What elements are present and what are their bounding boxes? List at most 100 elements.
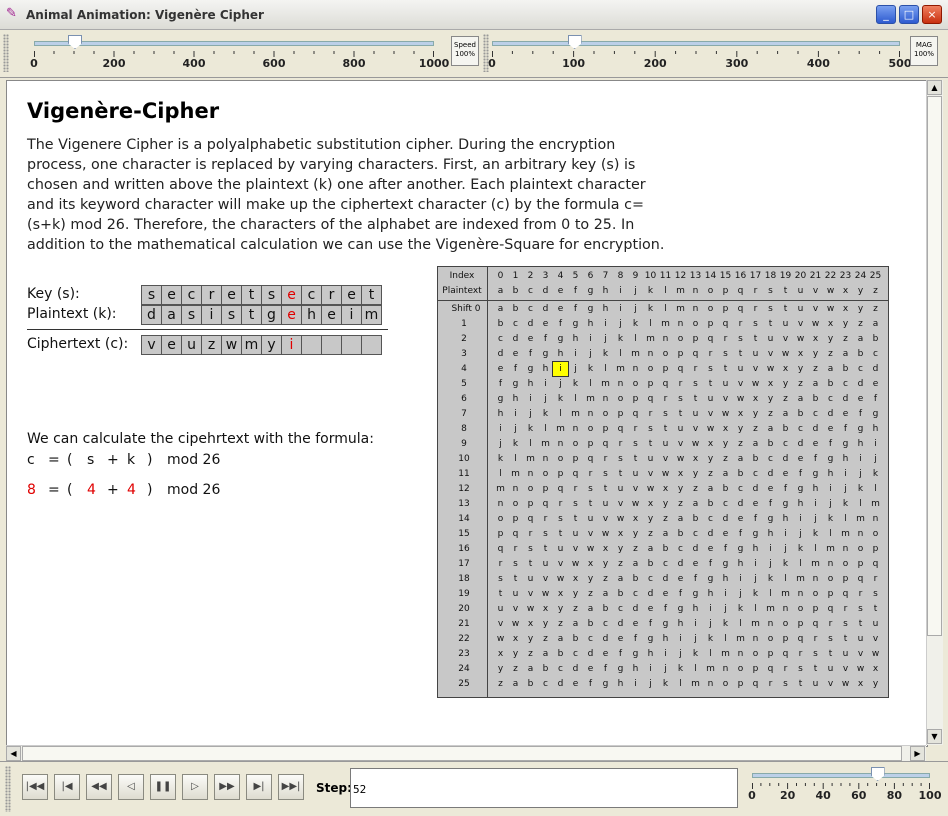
maximize-button[interactable]: □ [899, 5, 919, 24]
square-cell: p [767, 649, 774, 659]
square-cell: r [723, 334, 728, 344]
square-cell: f [798, 469, 803, 479]
square-cell: k [782, 559, 789, 569]
square-cell: d [857, 379, 864, 389]
scroll-up-button[interactable]: ▲ [927, 80, 942, 95]
square-cell: s [783, 679, 788, 689]
delay-slider[interactable]: 0 20 40 60 80 100 [748, 767, 941, 811]
square-cell: c [843, 379, 848, 389]
plaintext-cell: d [141, 305, 162, 325]
square-cell: b [797, 409, 804, 419]
square-cell: n [602, 394, 609, 404]
square-cell: p [497, 529, 504, 539]
shift-cell: 21 [458, 619, 470, 629]
toolbar-grip[interactable] [3, 34, 9, 72]
square-cell: g [827, 454, 834, 464]
vertical-scroll-thumb[interactable] [927, 96, 942, 636]
square-cell: u [602, 499, 609, 509]
slider-thumb[interactable] [567, 35, 582, 49]
step-back-button[interactable]: ◁ [118, 774, 144, 800]
slider-thumb[interactable] [870, 767, 885, 781]
scroll-down-button[interactable]: ▼ [927, 729, 942, 744]
square-cell: t [693, 394, 698, 404]
slider-tick-label: 0 [30, 57, 38, 70]
slider-track [752, 773, 930, 778]
square-cell: y [737, 424, 744, 434]
square-cell: f [663, 604, 668, 614]
horizontal-scroll-thumb[interactable] [22, 746, 902, 761]
square-cell: f [738, 529, 743, 539]
square-cell: y [587, 574, 594, 584]
square-cell: i [829, 484, 832, 494]
square-cell: m [811, 559, 820, 569]
square-cell: e [602, 649, 609, 659]
square-cell: r [573, 484, 578, 494]
magnification-slider[interactable]: 0 100 200 300 400 500 [488, 35, 911, 75]
slider-tick-label: 1000 [418, 57, 450, 70]
step-forward-button[interactable]: ▷ [182, 774, 208, 800]
square-cell: m [736, 634, 745, 644]
square-cell: m [856, 514, 865, 524]
square-cell: x [857, 679, 864, 689]
square-cell: p [752, 664, 759, 674]
square-cell: i [709, 604, 712, 614]
square-cell: r [618, 439, 623, 449]
square-cell: d [812, 424, 819, 434]
square-cell: y [872, 679, 879, 689]
square-cell: l [544, 424, 547, 434]
speed-slider[interactable]: 0 200 400 600 800 1000 [30, 35, 449, 75]
formula-term: c [27, 452, 35, 468]
magnification-button[interactable]: MAG 100% [910, 36, 938, 66]
square-cell: t [753, 334, 758, 344]
next-keyframe-button[interactable]: ▶| [246, 774, 272, 800]
square-cell: m [871, 499, 880, 509]
first-step-button[interactable]: |◀◀ [22, 774, 48, 800]
slider-thumb[interactable] [68, 35, 82, 49]
rewind-button[interactable]: ◀◀ [86, 774, 112, 800]
shift-cell: 8 [461, 424, 467, 434]
square-cell: u [542, 559, 549, 569]
step-input[interactable]: 52 [350, 768, 738, 808]
formula-term: = [48, 452, 60, 468]
square-cell: k [857, 484, 864, 494]
square-cell: d [587, 649, 594, 659]
minimize-button[interactable]: _ [876, 5, 896, 24]
plaintext-cells: dasistgeheim [141, 305, 382, 325]
square-cell: n [782, 604, 789, 614]
scroll-left-button[interactable]: ◀ [6, 746, 21, 761]
square-cell: b [497, 319, 504, 329]
plaintext-header-cell: e [557, 286, 564, 296]
square-cell: h [587, 319, 594, 329]
square-cell: l [754, 604, 757, 614]
square-cell: f [573, 304, 578, 314]
key-cell: s [261, 285, 282, 305]
controls-grip[interactable] [5, 766, 11, 812]
speed-button[interactable]: Speed 100% [451, 36, 479, 66]
square-cell: y [842, 319, 849, 329]
square-cell: v [662, 454, 669, 464]
square-cell: n [662, 334, 669, 344]
square-cell: l [649, 319, 652, 329]
fast-forward-button[interactable]: ▶▶ [214, 774, 240, 800]
horizontal-scrollbar[interactable]: ◀ ▶ [6, 745, 926, 762]
square-cell: d [752, 484, 759, 494]
square-cell: w [496, 634, 505, 644]
slider-tick-label: 60 [851, 789, 867, 802]
pause-button[interactable]: ❚❚ [150, 774, 176, 800]
square-cell: m [796, 574, 805, 584]
square-cell: v [527, 589, 534, 599]
index-cell: 8 [617, 271, 624, 281]
close-button[interactable]: × [922, 5, 942, 24]
scroll-right-button[interactable]: ▶ [910, 746, 925, 761]
index-cell: 6 [587, 271, 594, 281]
square-cell: m [766, 604, 775, 614]
vertical-scrollbar[interactable]: ▲ ▼ [926, 80, 943, 745]
square-cell: t [573, 514, 578, 524]
square-cell: p [512, 514, 519, 524]
square-cell: f [723, 544, 728, 554]
square-cell: c [573, 649, 578, 659]
square-cell: c [513, 319, 518, 329]
last-step-button[interactable]: ▶▶| [278, 774, 304, 800]
formula-value: 4 [87, 482, 96, 498]
previous-keyframe-button[interactable]: |◀ [54, 774, 80, 800]
